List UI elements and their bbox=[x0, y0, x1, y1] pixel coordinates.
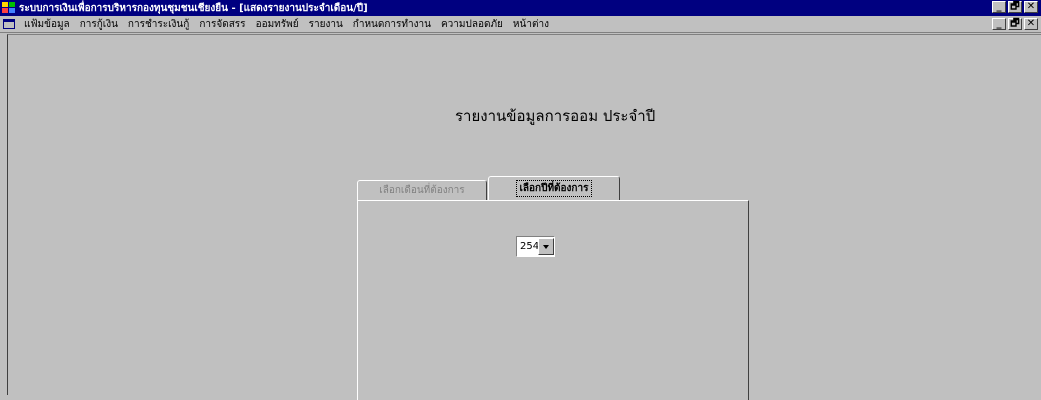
window-controls: _ 🗗 ✕ bbox=[992, 1, 1038, 13]
menu-report[interactable]: รายงาน bbox=[304, 17, 348, 32]
menu-allocation[interactable]: การจัดสรร bbox=[194, 17, 250, 32]
menu-repayment[interactable]: การชำระเงินกู้ bbox=[123, 17, 194, 32]
menu-loan[interactable]: การกู้เงิน bbox=[75, 17, 123, 32]
tab-select-month[interactable]: เลือกเดือนที่ต้องการ bbox=[357, 180, 487, 200]
tab-panel bbox=[357, 200, 749, 400]
maximize-button[interactable]: 🗗 bbox=[1008, 1, 1022, 13]
child-close-button[interactable]: ✕ bbox=[1024, 18, 1038, 30]
tab-select-year[interactable]: เลือกปีที่ต้องการ bbox=[488, 176, 620, 200]
child-window-icon[interactable] bbox=[3, 19, 15, 29]
menu-file[interactable]: แฟ้มข้อมูล bbox=[19, 17, 75, 32]
menu-security[interactable]: ความปลอดภัย bbox=[436, 17, 508, 32]
tab-select-year-label: เลือกปีที่ต้องการ bbox=[515, 180, 593, 197]
menu-bar: แฟ้มข้อมูล การกู้เงิน การชำระเงินกู้ การ… bbox=[0, 16, 1041, 33]
child-minimize-button[interactable]: _ bbox=[992, 18, 1006, 30]
child-restore-button[interactable]: 🗗 bbox=[1008, 18, 1022, 30]
child-window-controls: _ 🗗 ✕ bbox=[992, 18, 1038, 30]
close-button[interactable]: ✕ bbox=[1024, 1, 1038, 13]
minimize-button[interactable]: _ bbox=[992, 1, 1006, 13]
report-title: รายงานข้อมูลการออม ประจำปี bbox=[455, 107, 656, 125]
menu-schedule[interactable]: กำหนดการทำงาน bbox=[348, 17, 436, 32]
menu-savings[interactable]: ออมทรัพย์ bbox=[251, 17, 304, 32]
app-icon[interactable] bbox=[2, 2, 16, 14]
menu-window[interactable]: หน้าต่าง bbox=[508, 17, 554, 32]
chevron-down-icon[interactable] bbox=[538, 238, 554, 255]
title-bar: ระบบการเงินเพื่อการบริหารกองทุนชุมชนเชีย… bbox=[0, 0, 1041, 16]
window-title: ระบบการเงินเพื่อการบริหารกองทุนชุมชนเชีย… bbox=[19, 2, 368, 14]
tab-select-month-label: เลือกเดือนที่ต้องการ bbox=[379, 185, 465, 196]
